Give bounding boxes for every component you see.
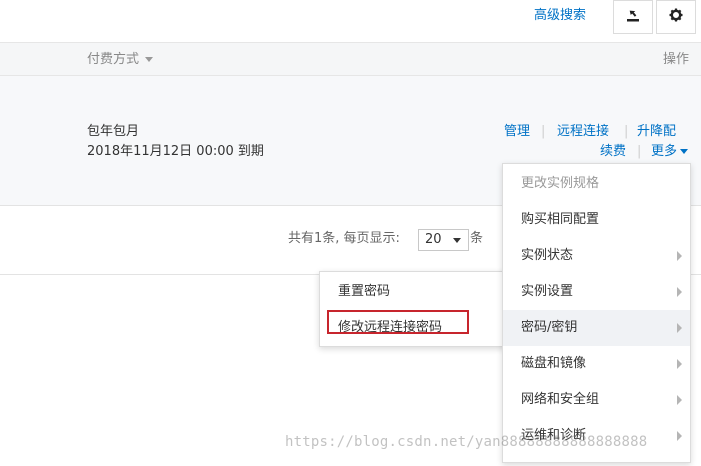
download-icon (625, 7, 641, 27)
chevron-right-icon (677, 323, 682, 333)
chevron-right-icon (677, 251, 682, 261)
pagination-total: 共有1条, 每页显示: (288, 231, 400, 246)
instance-status-item[interactable]: 实例状态 (503, 238, 690, 274)
operations-header: 操作 (663, 52, 690, 67)
chevron-right-icon (677, 431, 682, 441)
password-submenu: 重置密码 修改远程连接密码 (319, 271, 508, 347)
gear-icon (669, 8, 683, 26)
chevron-right-icon (677, 359, 682, 369)
renew-link[interactable]: 续费 (600, 143, 626, 161)
action-separator: | (637, 144, 642, 159)
menu-item-label: 磁盘和镜像 (521, 356, 587, 371)
caret-down-icon (680, 149, 689, 154)
buy-same-config-item[interactable]: 购买相同配置 (503, 202, 690, 238)
page-size-select[interactable]: 20 (418, 229, 469, 251)
network-security-item[interactable]: 网络和安全组 (503, 382, 690, 418)
menu-item-label: 购买相同配置 (521, 212, 600, 227)
payment-method-header-label: 付费方式 (87, 52, 140, 67)
menu-item-label: 实例设置 (521, 284, 574, 299)
caret-down-icon (453, 238, 461, 243)
change-instance-spec-item: 更改实例规格 (503, 166, 690, 202)
menu-item-label: 网络和安全组 (521, 392, 600, 407)
caret-down-icon (145, 57, 154, 62)
menu-item-label: 更改实例规格 (521, 176, 600, 191)
payment-type: 包年包月 (87, 124, 140, 139)
export-button[interactable] (613, 0, 653, 34)
action-separator: | (624, 124, 629, 139)
settings-button[interactable] (656, 0, 696, 34)
ops-diagnostics-item[interactable]: 运维和诊断 (503, 418, 690, 454)
chevron-right-icon (677, 395, 682, 405)
more-dropdown-toggle[interactable]: 更多 (651, 143, 689, 161)
remote-connect-link[interactable]: 远程连接 (557, 123, 609, 141)
more-label: 更多 (651, 144, 678, 159)
menu-item-label: 密码/密钥 (521, 320, 578, 335)
upgrade-link[interactable]: 升降配 (637, 123, 676, 141)
advanced-search-link[interactable]: 高级搜索 (534, 6, 586, 26)
payment-method-header[interactable]: 付费方式 (87, 51, 154, 69)
manage-link[interactable]: 管理 (504, 123, 530, 141)
menu-item-label: 运维和诊断 (521, 428, 587, 443)
more-dropdown-menu: 更改实例规格 购买相同配置 实例状态 实例设置 密码/密钥 磁盘和镜像 网络和安… (502, 163, 691, 463)
highlight-box (327, 310, 469, 334)
disk-image-item[interactable]: 磁盘和镜像 (503, 346, 690, 382)
action-separator: | (541, 124, 546, 139)
password-key-item[interactable]: 密码/密钥 (503, 310, 690, 346)
page-size-value: 20 (425, 232, 442, 247)
pagination-unit: 条 (470, 231, 484, 246)
reset-password-item[interactable]: 重置密码 (320, 275, 507, 309)
menu-item-label: 实例状态 (521, 248, 574, 263)
instance-settings-item[interactable]: 实例设置 (503, 274, 690, 310)
expiry-date: 2018年11月12日 00:00 到期 (87, 144, 264, 159)
chevron-right-icon (677, 287, 682, 297)
